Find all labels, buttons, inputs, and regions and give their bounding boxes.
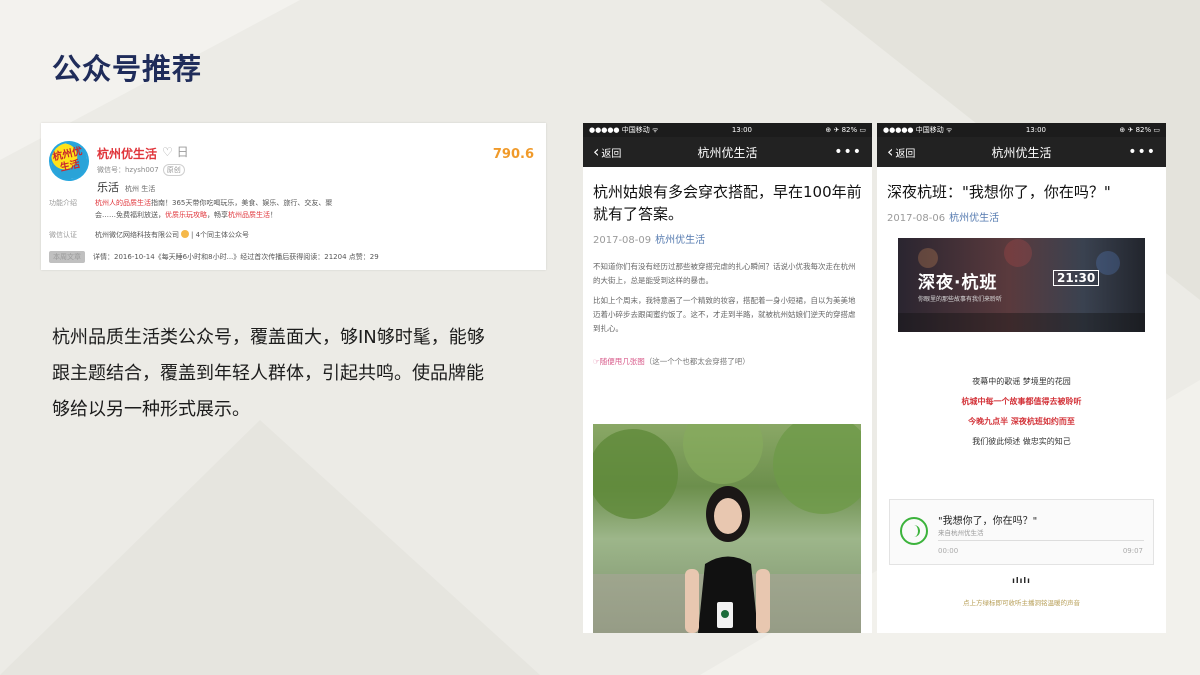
audio-end-time: 09:07: [1122, 547, 1143, 555]
account-name[interactable]: 杭州优生活: [97, 145, 157, 162]
verified-icon: [181, 230, 189, 238]
battery-text: ⊕ ✈ 82% ▭: [825, 126, 866, 134]
carrier-text: ●●●●● 中国移动 ᯤ: [589, 126, 659, 134]
phone-screenshot-left: ●●●●● 中国移动 ᯤ 13:00 ⊕ ✈ 82% ▭ ‹ 返回 杭州优生活 …: [583, 123, 872, 633]
article-body: 不知道你们有没有经历过那些被穿搭完虐的扎心瞬间？话说小优我每次走在杭州的大街上，…: [583, 246, 872, 336]
status-bar: ●●●●● 中国移动 ᯤ 13:00 ⊕ ✈ 82% ▭: [877, 123, 1166, 137]
nav-title: 杭州优生活: [991, 145, 1052, 160]
intro-text-1: 指南！365天带你吃喝玩乐，美食、娱乐、旅行、交友、聚: [151, 199, 333, 207]
audio-start-time: 00:00: [938, 547, 959, 555]
intro-red-1: 杭州人: [95, 199, 116, 207]
article-paragraph-2: 比如上个周末，我特意画了一个精致的妆容，搭配着一身小短裙，自以为美美地迈着小碎步…: [593, 296, 856, 333]
audio-progress-bar[interactable]: [938, 540, 1144, 541]
intro-row: 功能介绍 杭州人的品质生活指南！365天带你吃喝玩乐，美食、娱乐、旅行、交友、聚…: [49, 197, 515, 221]
history-row: 本周文章 详情：2016-10-14《每天睡6小时和8小时...》经过首次传播后…: [49, 251, 513, 263]
slide-title: 公众号推荐: [52, 52, 203, 86]
phone-screenshot-right: ●●●●● 中国移动 ᯤ 13:00 ⊕ ✈ 82% ▭ ‹ 返回 杭州优生活 …: [877, 123, 1166, 633]
banner-time: 21:30: [1053, 270, 1100, 286]
audio-play-icon[interactable]: [900, 517, 928, 545]
cert-value: 杭州微亿网络科技有限公司: [95, 231, 179, 239]
logo-mark-icon: ılılı: [1012, 576, 1031, 585]
status-time: 13:00: [1025, 126, 1046, 134]
poem-text: 夜幕中的歌谣 梦境里的花园 杭城中每一个故事都值得去被聆听 今晚九点半 深夜杭班…: [877, 372, 1166, 452]
article-banner: 深夜·杭班 21:30 你眼里的那些故事有我们来聆听: [898, 238, 1145, 332]
cert-value-wrap: 杭州微亿网络科技有限公司 | 4个同主体公众号: [95, 229, 515, 241]
intro-red-4: 杭州品质生活: [228, 211, 270, 219]
intro-red-2: 的品质生活: [116, 199, 151, 207]
footer-note: 点上方绿标即可收听主播洞铭温暖的声音: [963, 599, 1080, 607]
status-bar: ●●●●● 中国移动 ᯤ 13:00 ⊕ ✈ 82% ▭: [583, 123, 872, 137]
article-date: 2017-08-06: [887, 213, 946, 224]
category-text: 乐活: [97, 181, 119, 194]
nav-bar: ‹ 返回 杭州优生活 •••: [583, 137, 872, 167]
banner-subtitle: 你眼里的那些故事有我们来聆听: [918, 296, 1003, 303]
audio-title: "我想你了，你在吗？": [938, 516, 1038, 527]
article-source-link[interactable]: 杭州优生活: [655, 235, 705, 246]
article-photo: [593, 424, 861, 633]
account-score: 790.6: [492, 147, 534, 162]
photo-illustration: [593, 424, 861, 633]
nav-title: 杭州优生活: [697, 145, 758, 160]
poem-line-4: 我们彼此倾述 做忠实的知己: [972, 437, 1071, 446]
caption-link[interactable]: ☞随便甩几张图: [593, 357, 645, 366]
banner-title: 深夜·杭班: [918, 273, 998, 293]
chevron-left-icon: ‹: [887, 142, 894, 161]
intro-text-4: ！: [270, 211, 277, 219]
poem-line-1: 夜幕中的歌谣 梦境里的花园: [972, 377, 1071, 386]
article-title: 杭州姑娘有多会穿衣搭配，早在100年前就有了答案。: [593, 183, 862, 223]
image-caption: ☞随便甩几张图（这一个个也都太会穿搭了吧）: [583, 342, 872, 367]
poem-line-2: 杭城中每一个故事都值得去被聆听: [961, 397, 1082, 406]
article-title: 深夜杭班："我想你了，你在吗？": [887, 183, 1111, 201]
cert-row: 微信认证 杭州微亿网络科技有限公司 | 4个同主体公众号: [49, 229, 515, 241]
back-label: 返回: [601, 148, 622, 160]
cert-label: 微信认证: [49, 231, 77, 239]
account-wechat-id: 微信号：hzysh007 原创: [97, 164, 185, 176]
audio-player[interactable]: "我想你了，你在吗？" 来自杭州优生活 00:00 09:07: [889, 499, 1154, 565]
intro-red-3: 优质乐玩攻略: [165, 211, 207, 219]
original-tag: 原创: [162, 164, 185, 176]
battery-text: ⊕ ✈ 82% ▭: [1119, 126, 1160, 134]
carrier-text: ●●●●● 中国移动 ᯤ: [883, 126, 953, 134]
back-button[interactable]: ‹ 返回: [593, 144, 621, 160]
intro-value: 杭州人的品质生活指南！365天带你吃喝玩乐，美食、娱乐、旅行、交友、聚 会……免…: [95, 197, 515, 221]
audio-source: 来自杭州优生活: [938, 529, 984, 537]
more-icon[interactable]: •••: [1128, 144, 1156, 160]
account-avatar: 杭州优生活: [45, 137, 93, 185]
intro-text-2: 会……免费福利放送，: [95, 211, 165, 219]
article-paragraph-1: 不知道你们有没有经历过那些被穿搭完虐的扎心瞬间？话说小优我每次走在杭州的大街上，…: [593, 262, 856, 285]
article-meta: 2017-08-09 杭州优生活: [583, 225, 872, 246]
chevron-left-icon: ‹: [593, 142, 600, 161]
wechat-id-text: 微信号：hzysh007: [97, 166, 159, 174]
article-source-link[interactable]: 杭州优生活: [949, 213, 999, 224]
back-label: 返回: [895, 148, 916, 160]
description-line-2: 跟主题结合，覆盖到年轻人群体，引起共鸣。使品牌能: [52, 363, 484, 384]
status-time: 13:00: [731, 126, 752, 134]
nav-bar: ‹ 返回 杭州优生活 •••: [877, 137, 1166, 167]
intro-label: 功能介绍: [49, 199, 77, 207]
account-profile-card: 杭州优生活 杭州优生活 ♡ 日 790.6 微信号：hzysh007 原创 乐活杭…: [41, 123, 546, 270]
caption-rest: （这一个个也都太会穿搭了吧）: [644, 357, 750, 366]
cert-extra[interactable]: | 4个同主体公众号: [191, 231, 249, 239]
description-line-1: 杭州品质生活类公众号，覆盖面大，够IN够时髦，能够: [52, 327, 485, 348]
account-category: 乐活 杭州 生活: [97, 179, 155, 195]
back-button[interactable]: ‹ 返回: [887, 144, 915, 160]
history-label: 本周文章: [49, 251, 85, 263]
poem-line-3: 今晚九点半 深夜杭班如约而至: [968, 417, 1075, 426]
heart-icon[interactable]: ♡ 日: [162, 143, 189, 160]
description-text: 杭州品质生活类公众号，覆盖面大，够IN够时髦，能够 跟主题结合，覆盖到年轻人群体…: [52, 320, 542, 428]
intro-text-3: ，畅享: [207, 211, 228, 219]
history-value[interactable]: 详情：2016-10-14《每天睡6小时和8小时...》经过首次传播后获得阅读：…: [93, 251, 513, 263]
more-icon[interactable]: •••: [834, 144, 862, 160]
article-date: 2017-08-09: [593, 235, 652, 246]
category-tags: 杭州 生活: [125, 185, 156, 193]
article-meta: 2017-08-06 杭州优生活: [877, 203, 1166, 224]
description-line-3: 够给以另一种形式展示。: [52, 399, 250, 420]
